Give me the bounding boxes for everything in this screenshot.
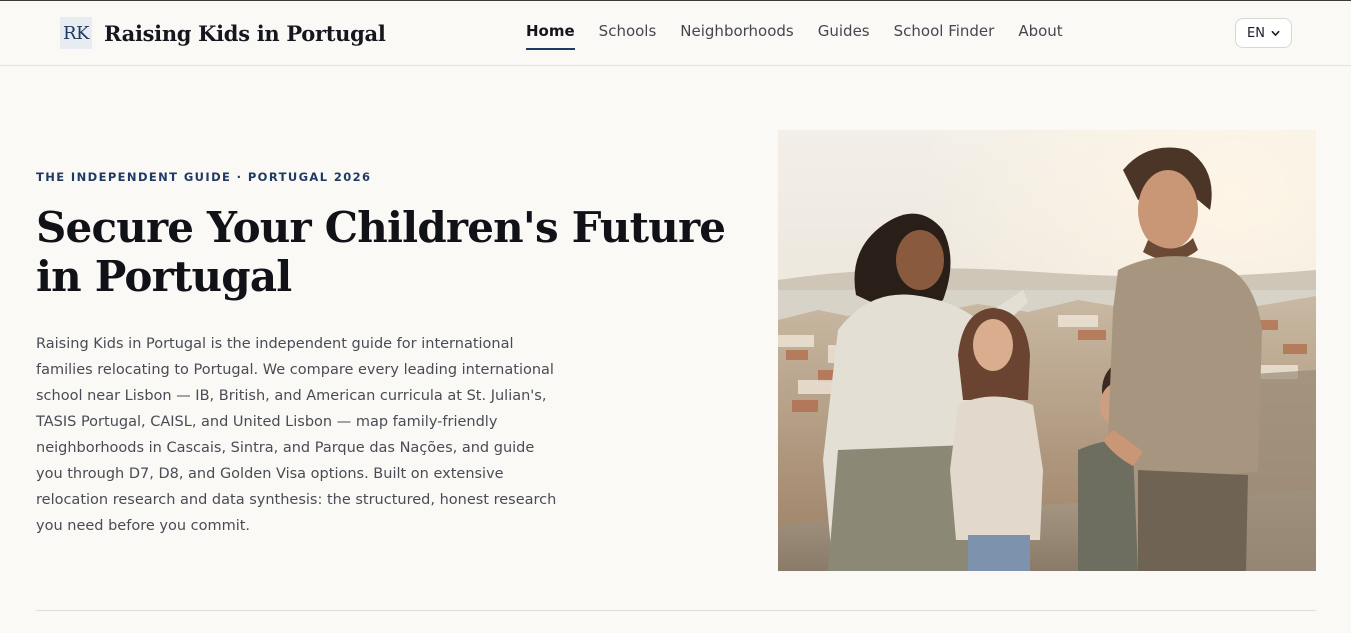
brand-logo: RK bbox=[60, 17, 92, 49]
hero-description: Raising Kids in Portugal is the independ… bbox=[36, 336, 557, 534]
main-nav: Home Schools Neighborhoods Guides School… bbox=[526, 1, 1087, 65]
nav-item-schools[interactable]: Schools bbox=[599, 1, 657, 50]
hero-family-photo bbox=[778, 130, 1316, 571]
nav-item-neighborhoods[interactable]: Neighborhoods bbox=[680, 1, 793, 50]
site-header: RK Raising Kids in Portugal Home Schools… bbox=[0, 1, 1351, 66]
nav-item-guides[interactable]: Guides bbox=[818, 1, 870, 50]
brand-name: Raising Kids in Portugal bbox=[104, 20, 386, 46]
hero-title: Secure Your Children's Future in Portuga… bbox=[36, 203, 726, 301]
chevron-down-icon bbox=[1271, 30, 1280, 36]
language-select[interactable]: EN bbox=[1235, 18, 1292, 48]
nav-item-about[interactable]: About bbox=[1018, 1, 1062, 50]
section-divider bbox=[36, 610, 1316, 611]
language-selected-value: EN bbox=[1247, 25, 1265, 41]
brand-home-link[interactable]: RK Raising Kids in Portugal bbox=[60, 16, 386, 50]
nav-item-school-finder[interactable]: School Finder bbox=[894, 1, 995, 50]
hero-eyebrow: THE INDEPENDENT GUIDE · PORTUGAL 2026 bbox=[36, 170, 372, 184]
nav-item-home[interactable]: Home bbox=[526, 1, 575, 50]
